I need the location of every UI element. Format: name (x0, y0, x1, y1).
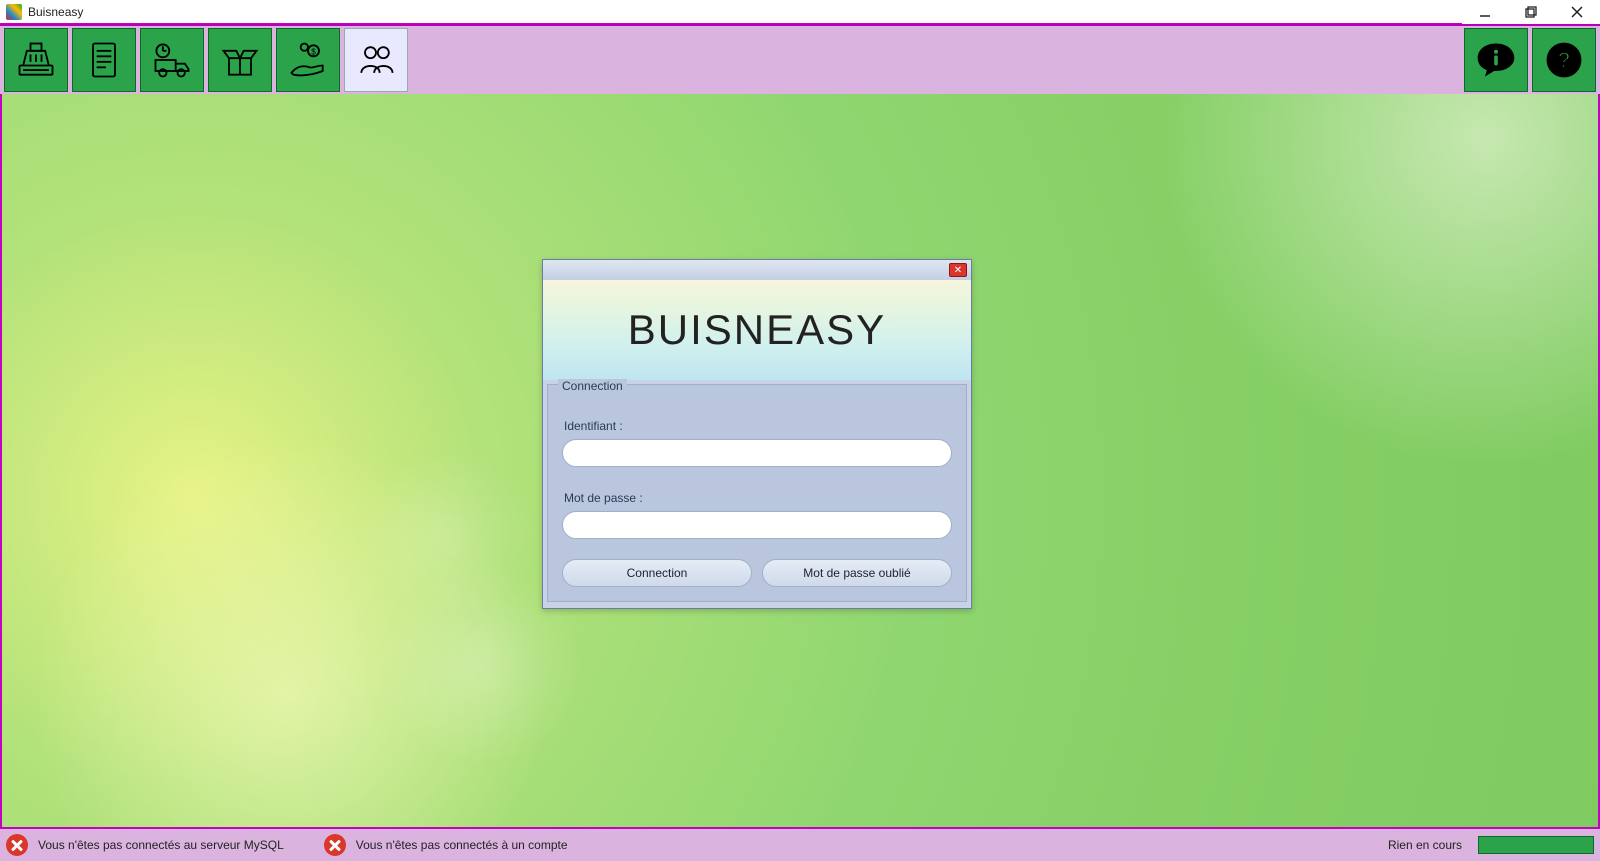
toolbar-users-button[interactable] (344, 28, 408, 92)
password-input[interactable] (562, 511, 952, 539)
login-close-button[interactable]: ✕ (949, 263, 967, 277)
window-title: Buisneasy (28, 5, 83, 19)
identifier-label: Identifiant : (564, 419, 952, 433)
window-maximize-button[interactable] (1508, 0, 1554, 24)
identifier-input[interactable] (562, 439, 952, 467)
login-banner: BUISNEASY (543, 280, 971, 380)
window-close-button[interactable] (1554, 0, 1600, 24)
cash-register-icon (14, 38, 58, 82)
delivery-truck-icon (150, 38, 194, 82)
info-bubble-icon (1474, 38, 1518, 82)
account-error-icon (324, 834, 346, 856)
connection-group: Connection Identifiant : Mot de passe : … (547, 384, 967, 602)
open-box-icon (218, 38, 262, 82)
close-icon (1571, 6, 1583, 18)
close-icon: ✕ (954, 265, 962, 276)
maximize-icon (1525, 6, 1537, 18)
help-icon: ? (1542, 38, 1586, 82)
progress-bar (1478, 836, 1594, 854)
svg-text:?: ? (1557, 47, 1570, 72)
svg-text:$: $ (311, 48, 316, 57)
money-hand-icon: $ (286, 38, 330, 82)
main-toolbar: $ ? (0, 26, 1600, 94)
toolbar-info-button[interactable] (1464, 28, 1528, 92)
minimize-icon (1479, 6, 1491, 18)
connect-button[interactable]: Connection (562, 559, 752, 587)
toolbar-box-button[interactable] (208, 28, 272, 92)
connection-legend: Connection (558, 379, 627, 393)
main-area: ✕ BUISNEASY Connection Identifiant : Mot… (0, 94, 1600, 829)
toolbar-cash-register-button[interactable] (4, 28, 68, 92)
login-dialog-titlebar[interactable]: ✕ (543, 260, 971, 280)
app-icon (6, 4, 22, 20)
window-minimize-button[interactable] (1462, 0, 1508, 24)
progress-label: Rien en cours (1388, 838, 1462, 852)
mysql-error-icon (6, 834, 28, 856)
toolbar-money-button[interactable]: $ (276, 28, 340, 92)
login-dialog: ✕ BUISNEASY Connection Identifiant : Mot… (542, 259, 972, 609)
forgot-password-button[interactable]: Mot de passe oublié (762, 559, 952, 587)
toolbar-delivery-button[interactable] (140, 28, 204, 92)
users-icon (354, 38, 398, 82)
toolbar-document-button[interactable] (72, 28, 136, 92)
toolbar-help-button[interactable]: ? (1532, 28, 1596, 92)
mysql-status-text: Vous n'êtes pas connectés au serveur MyS… (38, 838, 284, 852)
document-icon (82, 38, 126, 82)
password-label: Mot de passe : (564, 491, 952, 505)
window-titlebar: Buisneasy (0, 0, 1600, 24)
account-status-text: Vous n'êtes pas connectés à un compte (356, 838, 568, 852)
status-bar: Vous n'êtes pas connectés au serveur MyS… (0, 829, 1600, 861)
